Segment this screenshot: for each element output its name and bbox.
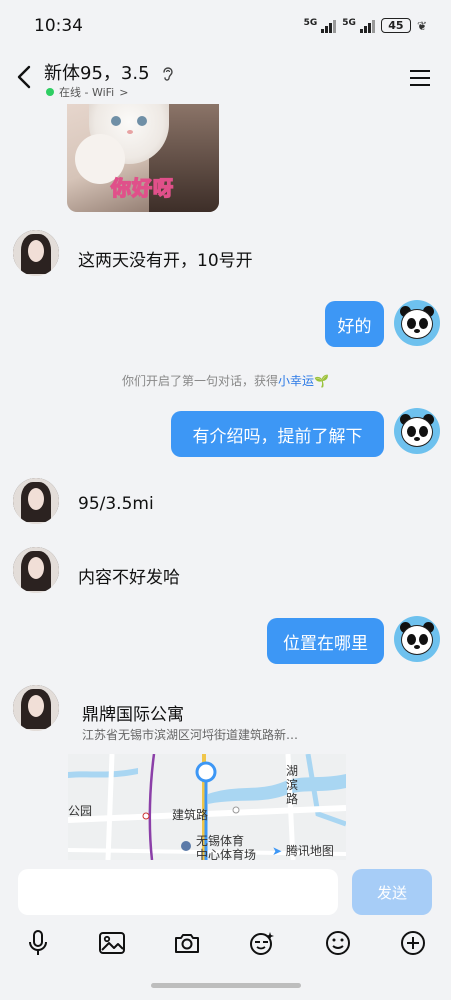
message-bubble-sent[interactable]: 好的	[325, 301, 384, 347]
sticker-icon[interactable]	[247, 928, 277, 958]
back-arrow-icon[interactable]	[14, 64, 36, 90]
sticker-message[interactable]: 你好呀	[67, 104, 219, 212]
map-label-stadium-2: 中心体育场	[196, 848, 257, 860]
network-type-2: 5G	[342, 18, 356, 28]
message-input[interactable]	[18, 869, 338, 915]
menu-icon[interactable]	[409, 68, 431, 88]
my-avatar[interactable]	[394, 616, 440, 662]
map-label-park: 公园	[68, 804, 93, 818]
map-label-jianzhu: 建筑路	[172, 808, 209, 822]
online-status-text: 在线 - WiFi	[59, 86, 115, 99]
message-text[interactable]: 95/3.5mi	[78, 494, 154, 514]
contact-avatar[interactable]	[13, 685, 59, 731]
image-icon[interactable]	[97, 928, 127, 958]
contact-avatar[interactable]	[13, 547, 59, 593]
battery-icon: 45	[380, 18, 411, 33]
message-bubble-sent[interactable]: 位置在哪里	[267, 618, 384, 664]
camera-icon[interactable]	[172, 928, 202, 958]
sprout-icon: 🌱	[314, 374, 329, 388]
message-text[interactable]: 这两天没有开，10号开	[78, 246, 253, 271]
home-indicator[interactable]	[151, 983, 301, 988]
message-list[interactable]: 你好呀 这两天没有开，10号开 好的 你们开启了第一句对话，获得小幸运🌱 有介绍…	[0, 104, 451, 860]
lucky-link[interactable]: 小幸运	[278, 374, 314, 388]
chat-title[interactable]: 新体95，3.5	[44, 59, 175, 85]
map-logo-icon: ➤	[272, 844, 283, 858]
chevron-right-icon: >	[119, 85, 129, 99]
eco-leaf-icon: ❦	[416, 18, 427, 33]
status-icons: 5G 5G 45 ❦	[304, 18, 427, 33]
sticker-caption: 你好呀	[110, 175, 174, 201]
signal-icon-2	[359, 19, 375, 33]
my-avatar[interactable]	[394, 408, 440, 454]
ear-hint-icon[interactable]	[161, 66, 175, 82]
location-address: 江苏省无锡市滨湖区河埒街道建筑路新…	[82, 728, 299, 742]
send-button[interactable]: 发送	[352, 869, 432, 915]
contact-avatar[interactable]	[13, 230, 59, 276]
map-label-hubin: 湖滨路	[286, 764, 299, 806]
online-status[interactable]: 在线 - WiFi >	[46, 84, 128, 100]
online-dot-icon	[46, 88, 54, 96]
chat-header: 新体95，3.5 在线 - WiFi >	[0, 54, 451, 104]
message-text[interactable]: 内容不好发哈	[78, 563, 180, 588]
network-type-1: 5G	[303, 18, 318, 28]
location-map[interactable]: 湖滨路 建筑路 无锡体育 中心体育场 公园 ➤ 腾讯地图	[68, 754, 346, 860]
emoji-icon[interactable]	[323, 928, 353, 958]
location-name[interactable]: 鼎牌国际公寓	[82, 700, 184, 725]
message-bubble-sent[interactable]: 有介绍吗，提前了解下	[171, 411, 384, 457]
microphone-icon[interactable]	[23, 928, 53, 958]
my-avatar[interactable]	[394, 300, 440, 346]
plus-icon[interactable]	[398, 928, 428, 958]
status-bar: 10:34 5G 5G 45 ❦	[0, 0, 451, 54]
system-message: 你们开启了第一句对话，获得小幸运🌱	[122, 374, 329, 388]
status-time: 10:34	[34, 16, 83, 36]
composer: 发送	[0, 860, 451, 1000]
map-brand: ➤ 腾讯地图	[272, 844, 334, 858]
chat-title-text: 新体95，3.5	[44, 63, 150, 84]
contact-avatar[interactable]	[13, 478, 59, 524]
signal-icon-1	[321, 19, 337, 33]
